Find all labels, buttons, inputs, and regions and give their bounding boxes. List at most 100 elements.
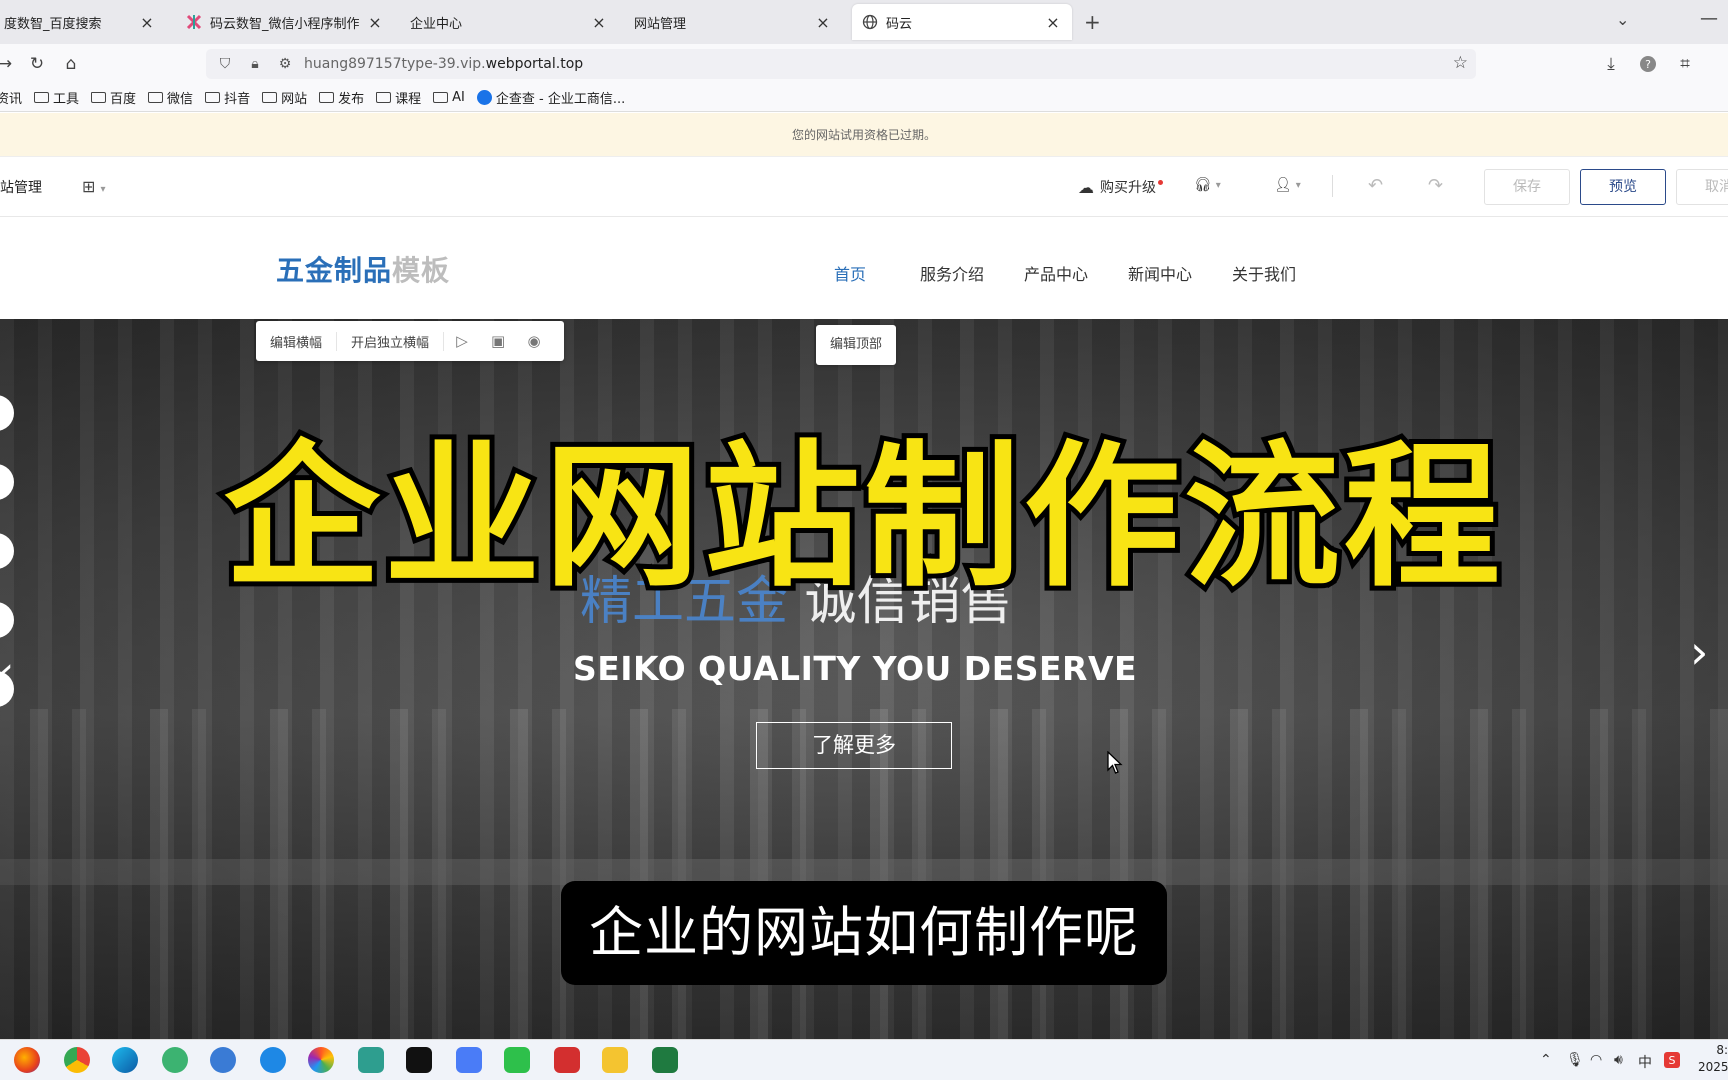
photos-icon[interactable] [308,1047,334,1073]
app-settings-icon[interactable] [358,1047,384,1073]
close-icon[interactable]: × [138,13,156,32]
sougou-ime-icon[interactable]: S [1664,1052,1680,1072]
preview-button[interactable]: 预览 [1580,169,1666,205]
eye-icon[interactable]: ◉ [516,332,552,350]
download-icon[interactable]: ⤓ [1600,53,1622,75]
crop-icon[interactable]: ⌗ [1674,53,1696,75]
network-icon[interactable]: ◠ [1590,1052,1602,1068]
mouse-cursor-icon [1107,750,1123,781]
tab-site-management[interactable]: 网站管理 × [624,4,842,40]
bookmark-folder[interactable]: 微信 [148,88,193,107]
search-app-icon[interactable] [260,1047,286,1073]
independent-banner-button[interactable]: 开启独立横幅 [337,331,445,351]
bookmark-qichacha[interactable]: 企查查 - 企业工商信... [476,88,625,107]
edit-header-button[interactable]: 编辑顶部 [816,325,896,365]
support-headset-icon[interactable]: 🎧︎ ▾ [1194,177,1221,193]
volume-icon[interactable]: 🔊︎ [1614,1052,1623,1068]
bookmark-folder[interactable]: 工具 [34,88,79,107]
tray-chevron-up-icon[interactable]: ⌃ [1540,1052,1552,1068]
tab-enterprise-center[interactable]: 企业中心 × [400,4,618,40]
apps-grid-icon[interactable]: ⊞ ▾ [82,177,106,196]
bookmark-label: 发布 [338,92,365,107]
play-icon[interactable]: ▷ [444,332,480,350]
sogou-icon[interactable] [210,1047,236,1073]
lock-icon[interactable]: 🔒︎ [244,53,266,75]
folder-icon [262,92,278,103]
edit-banner-button[interactable]: 编辑横幅 [256,331,338,351]
side-tool-button[interactable] [0,602,14,638]
url-host: huang897157type-39.vip. [304,56,486,72]
system-clock[interactable]: 8: 2025 [1698,1042,1728,1076]
file-explorer-icon[interactable] [602,1047,628,1073]
qq-icon[interactable] [406,1047,432,1073]
bookmark-folder[interactable]: 抖音 [205,88,250,107]
microphone-icon[interactable]: 🎙︎ [1566,1052,1584,1068]
video-subtitle: 企业的网站如何制作呢 [561,881,1167,985]
undo-icon[interactable]: ↶ [1368,175,1383,196]
notification-dot [1158,179,1163,185]
nav-products[interactable]: 产品中心 [1024,261,1088,285]
url-domain: webportal.top [485,56,584,72]
bookmark-label: 资讯 [0,92,23,107]
ime-indicator[interactable]: 中 [1638,1052,1652,1072]
bookmark-folder[interactable]: 网站 [262,88,307,107]
bookmark-label: 网站 [281,92,308,107]
edge-icon[interactable] [112,1047,138,1073]
nav-services[interactable]: 服务介绍 [920,261,984,285]
video-overlay-title: 企业网站制作流程 [219,426,1505,608]
video-editor-icon[interactable] [554,1047,580,1073]
chevron-down-icon: ▾ [1295,179,1301,191]
reload-icon[interactable]: ↻ [26,53,48,75]
close-icon[interactable]: × [1044,13,1062,32]
new-tab-icon[interactable]: + [1084,10,1101,34]
tab-label: 码云数智_微信小程序制作平台_ [210,16,360,32]
excel-icon[interactable] [652,1047,678,1073]
close-icon[interactable]: × [590,13,608,32]
shield-icon[interactable]: ⛉ [214,53,236,75]
close-icon[interactable]: × [366,13,384,32]
mayun-logo-icon [186,14,202,30]
redo-icon[interactable]: ↷ [1428,175,1443,196]
tab-mayun-miniprogram[interactable]: 码云数智_微信小程序制作平台_ × [176,4,394,40]
folder-icon [91,92,107,103]
learn-more-button[interactable]: 了解更多 [756,722,952,769]
firefox-icon[interactable] [14,1047,40,1073]
bookmark-folder[interactable]: AI [433,90,465,105]
browser-green-icon[interactable] [162,1047,188,1073]
url-text[interactable]: huang897157type-39.vip.webportal.top [304,56,583,72]
close-icon[interactable]: × [814,13,832,32]
forward-icon[interactable]: → [0,53,16,75]
nav-about[interactable]: 关于我们 [1232,261,1296,285]
side-tool-button[interactable] [0,395,14,431]
bookmark-folder[interactable]: 发布 [319,88,364,107]
tab-label: 企业中心 [410,16,463,32]
feishu-icon[interactable] [456,1047,482,1073]
trial-expired-notice: 您的网站试用资格已过期。 [0,113,1728,157]
minimize-icon[interactable]: — [1700,8,1718,29]
bookmark-folder[interactable]: 课程 [376,88,421,107]
tab-baidu-search[interactable]: 度数智_百度搜索 × [0,4,166,40]
hero-subline: SEIKO QUALITY YOU DESERVE [572,649,1138,688]
tab-mayun-active[interactable]: 码云 × [852,4,1072,40]
nav-news[interactable]: 新闻中心 [1128,261,1192,285]
user-account-icon[interactable]: 👤︎ ▾ [1274,177,1301,193]
bookmark-item[interactable]: 资讯 [0,88,22,107]
save-button[interactable]: 保存 [1484,169,1570,205]
site-logo[interactable]: 五金制品模板 [276,249,450,289]
chrome-icon[interactable] [64,1047,90,1073]
tab-list-chevron-icon[interactable]: ⌄ [1616,10,1629,29]
account-icon[interactable]: ? [1637,53,1659,75]
bookmark-folder[interactable]: 百度 [91,88,136,107]
site-management-title[interactable]: 网站管理 [0,177,42,197]
os-taskbar: ⌃ 🎙︎ ◠ 🔊︎ 中 S 8: 2025 [0,1039,1728,1080]
bookmark-star-icon[interactable]: ☆ [1453,53,1468,73]
address-bar[interactable]: ⛉ 🔒︎ ⚙︎ huang897157type-39.vip.webportal… [206,49,1476,79]
wechat-icon[interactable] [504,1047,530,1073]
upgrade-button[interactable]: ☁ 购买升级 [1078,177,1163,197]
layout-icon[interactable]: ▣ [480,332,516,350]
folder-icon [205,92,221,103]
nav-home[interactable]: 首页 [834,261,866,285]
cancel-button[interactable]: 取消 [1676,169,1728,205]
permissions-icon[interactable]: ⚙︎ [274,53,296,75]
home-icon[interactable]: ⌂ [60,53,82,75]
